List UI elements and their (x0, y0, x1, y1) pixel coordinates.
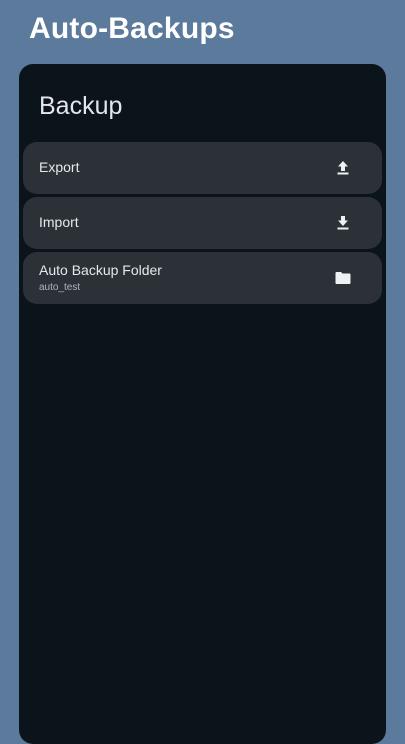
section-title: Backup (39, 92, 123, 120)
auto-backup-folder-label: Auto Backup Folder (39, 262, 162, 278)
auto-backup-folder-value: auto_test (39, 282, 81, 293)
folder-icon (334, 269, 352, 287)
download-icon (334, 214, 352, 232)
import-label: Import (39, 214, 79, 230)
upload-icon (334, 159, 352, 177)
backup-panel: Backup Export Import Auto Backup Folder … (19, 64, 386, 744)
auto-backup-folder-button[interactable]: Auto Backup Folder auto_test (23, 252, 382, 304)
export-button[interactable]: Export (23, 142, 382, 194)
page-title: Auto-Backups (29, 12, 235, 45)
import-button[interactable]: Import (23, 197, 382, 249)
export-label: Export (39, 159, 80, 175)
